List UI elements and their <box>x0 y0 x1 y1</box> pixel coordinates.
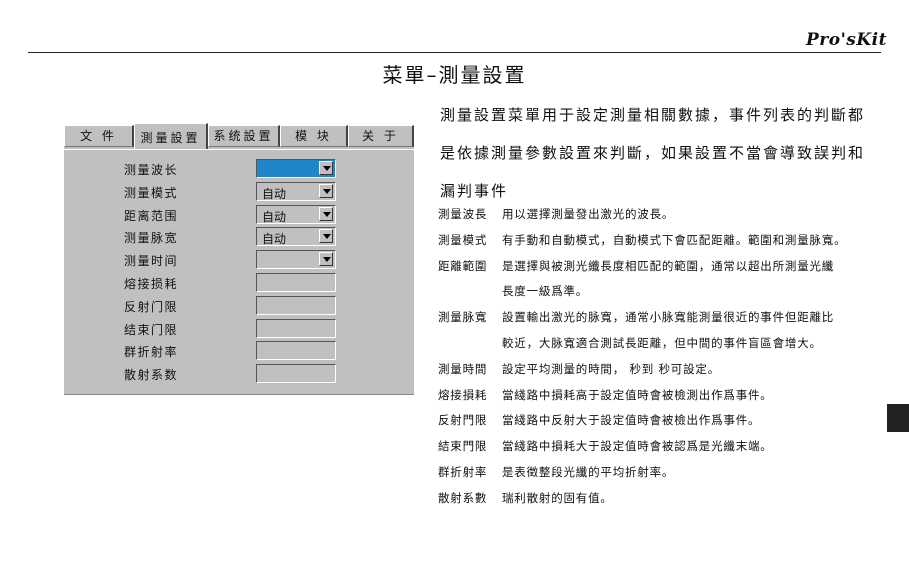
dropdown-select[interactable]: 自动 <box>256 204 336 224</box>
form-row: 测量时间 <box>64 250 414 270</box>
definition-term: 測量時間 <box>438 361 488 376</box>
definition-term: 測量波長 <box>438 207 488 221</box>
dropdown-select[interactable] <box>256 159 336 178</box>
field-label: 结束门限 <box>124 322 179 337</box>
dropdown-value: 自动 <box>262 186 287 201</box>
intro-text: 測量設置菜單用于設定測量相關數據，事件列表的判斷都 是依據測量參數設置來判斷，如… <box>440 96 870 210</box>
field-label: 反射门限 <box>124 299 179 314</box>
definition-text: 長度一級爲準。 <box>502 284 589 299</box>
chevron-down-icon[interactable] <box>319 252 333 267</box>
intro-line: 是依據測量參數設置來判斷，如果設置不當會導致誤判和 <box>440 144 866 162</box>
field-label: 群折射率 <box>124 345 179 360</box>
definition-text: 當綫路中反射大于設定值時會被檢出作爲事件。 <box>502 413 761 428</box>
tab-file[interactable]: 文 件 <box>64 125 134 147</box>
dropdown-value: 自动 <box>262 209 287 224</box>
value-input[interactable] <box>256 318 336 338</box>
header-divider <box>28 52 881 53</box>
form-row: 测量波长 <box>64 159 414 179</box>
definition-text: 設定平均測量的時間， 秒到 秒可設定。 <box>502 361 721 376</box>
form-row: 结束门限 <box>64 318 414 339</box>
intro-line: 漏判事件 <box>440 182 509 200</box>
page-edge-tab <box>887 404 909 432</box>
form-row: 反射门限 <box>64 295 414 316</box>
value-input[interactable] <box>256 364 336 384</box>
brand-logo: Pro'sKit <box>806 30 887 50</box>
form-row: 群折射率 <box>64 341 414 361</box>
page-title: 菜單–測量設置 <box>382 63 527 87</box>
field-label: 散射系数 <box>124 368 179 383</box>
form-row: 距离范围 自动 <box>64 204 414 225</box>
tab-bar: 文 件 測量設置 系统設置 模 块 关 于 <box>64 123 414 150</box>
definition-text: 是表徵整段光纖的平均折射率。 <box>502 465 675 479</box>
field-label: 测量脉宽 <box>124 231 179 246</box>
definition-term: 熔接損耗 <box>438 387 488 402</box>
definition-text: 設置輸出激光的脉寬，通常小脉寬能測量很近的事件但距離比 <box>502 310 835 325</box>
intro-line: 測量設置菜單用于設定測量相關數據，事件列表的判斷都 <box>440 106 866 124</box>
definition-term: 結束門限 <box>438 439 488 454</box>
tab-about[interactable]: 关 于 <box>348 125 414 147</box>
tab-modules[interactable]: 模 块 <box>280 125 348 147</box>
definition-term: 反射門限 <box>438 413 488 428</box>
field-label: 测量波长 <box>124 163 179 177</box>
dropdown-select[interactable] <box>256 250 336 270</box>
chevron-down-icon[interactable] <box>319 161 333 175</box>
field-label: 距离范围 <box>124 208 179 223</box>
definition-text: 是選擇與被測光纖長度相匹配的範圍，通常以超出所測量光纖 <box>502 258 835 273</box>
tab-system-settings[interactable]: 系统設置 <box>208 125 280 147</box>
dropdown-value: 自动 <box>262 232 287 247</box>
form-row: 熔接损耗 <box>64 273 414 293</box>
chevron-down-icon[interactable] <box>319 206 333 221</box>
definition-term: 測量脉寬 <box>438 310 488 325</box>
definition-text: 瑞利散射的固有值。 <box>502 490 613 505</box>
value-input[interactable] <box>256 273 336 292</box>
definition-text: 當綫路中損耗高于設定值時會被檢測出作爲事件。 <box>502 387 773 402</box>
dropdown-select[interactable]: 自动 <box>256 227 336 247</box>
chevron-down-icon[interactable] <box>319 183 333 198</box>
definition-term: 散射系數 <box>438 490 488 505</box>
definition-term: 群折射率 <box>438 465 488 479</box>
definition-text: 較近，大脉寬適合測試長距離，但中間的事件盲區會增大。 <box>502 336 822 350</box>
dropdown-select[interactable]: 自动 <box>256 181 336 201</box>
form-row: 测量脉宽 自动 <box>64 227 414 247</box>
value-input[interactable] <box>256 341 336 361</box>
definition-text: 當綫路中損耗大于設定值時會被認爲是光纖末端。 <box>502 439 773 454</box>
tab-measurement-settings[interactable]: 測量設置 <box>134 123 208 150</box>
definition-text: 有手動和自動模式，自動模式下會匹配距離。範圍和測量脉寬。 <box>502 232 847 247</box>
value-input[interactable] <box>256 295 336 315</box>
definition-term: 測量模式 <box>438 232 488 247</box>
field-label: 测量时间 <box>124 254 179 269</box>
field-label: 熔接损耗 <box>124 277 179 291</box>
field-label: 测量模式 <box>124 185 179 200</box>
settings-panel: 文 件 測量設置 系统設置 模 块 关 于 测量波长 测量模式 自动 距离范围 自动 测量… <box>64 123 414 396</box>
definition-text: 用以選擇測量發出激光的波長。 <box>502 207 675 221</box>
definition-term: 距離範圍 <box>438 258 488 273</box>
settings-form: 测量波长 测量模式 自动 距离范围 自动 测量脉宽 自动 测量时间 熔接损耗 反射门限 结束门限 群折… <box>64 149 414 396</box>
form-row: 散射系数 <box>64 364 414 384</box>
chevron-down-icon[interactable] <box>319 229 333 244</box>
form-row: 测量模式 自动 <box>64 181 414 202</box>
